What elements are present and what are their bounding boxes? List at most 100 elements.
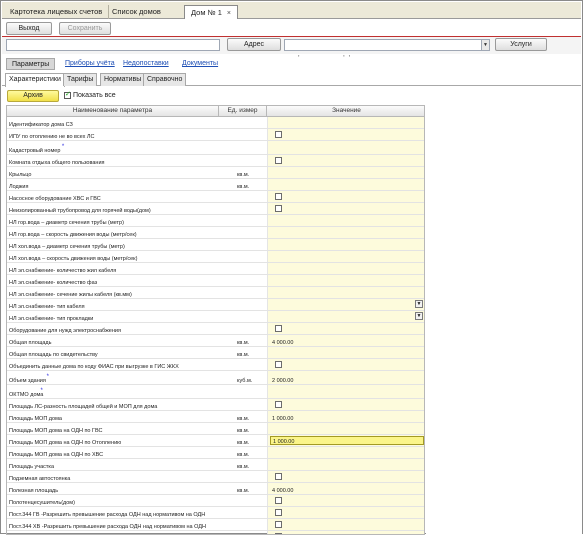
chevron-down-icon[interactable]: ▼ (481, 40, 489, 50)
value-checkbox[interactable] (275, 509, 282, 516)
archive-button[interactable]: Архив (7, 90, 59, 102)
table-row[interactable]: Неизолированный трубопровод для горячей … (7, 203, 425, 215)
table-row[interactable]: Площадь ЛС-разность площадей общей и МОП… (7, 399, 425, 411)
show-all-checkbox[interactable] (64, 92, 71, 99)
show-all-toggle[interactable]: Показать все (64, 91, 116, 100)
value-cell[interactable] (267, 251, 425, 262)
table-row[interactable]: НЛ эл.снабжение- тип прокладки▼ (7, 311, 425, 323)
tab-tariffs[interactable]: Тарифы (63, 73, 97, 86)
value-cell[interactable] (267, 359, 425, 370)
value-cell[interactable] (267, 459, 425, 470)
value-checkbox[interactable] (275, 361, 282, 368)
value-cell[interactable] (267, 347, 425, 358)
value-cell[interactable] (267, 239, 425, 250)
table-row[interactable]: НЛ эл.снабжение- сечение жилы кабеля (кв… (7, 287, 425, 299)
value-cell[interactable] (267, 519, 425, 530)
close-icon[interactable]: × (227, 10, 231, 17)
value-cell[interactable]: 2 000.00 (267, 371, 425, 384)
value-cell[interactable] (267, 191, 425, 202)
value-cell[interactable] (267, 215, 425, 226)
value-cell[interactable] (267, 129, 425, 140)
selected-value-editor[interactable]: 1 000.00 (270, 436, 424, 445)
table-row[interactable]: Объединить данные дома по коду ФИАС при … (7, 359, 425, 371)
table-row[interactable]: ОКТМО дома* (7, 385, 425, 399)
table-row[interactable]: ИПУ по отоплению не во всех ЛС (7, 129, 425, 141)
table-row[interactable]: Общая площадь по свидетельствукв.м. (7, 347, 425, 359)
tab-accounts[interactable]: Картотека лицевых счетов (4, 5, 109, 19)
table-row[interactable]: Полотенцесушитель(дом) (7, 495, 425, 507)
column-header-unit[interactable]: Ед. измер (219, 106, 267, 117)
value-checkbox[interactable] (275, 521, 282, 528)
address-select[interactable]: , , , ▼ (284, 39, 490, 51)
tab-meters[interactable]: Приборы учёта (65, 58, 115, 70)
table-row[interactable]: Лоджиякв.м. (7, 179, 425, 191)
value-cell[interactable] (267, 263, 425, 274)
value-cell[interactable] (267, 155, 425, 166)
table-row[interactable]: Оборудование для нужд электроснабжения (7, 323, 425, 335)
column-header-name[interactable]: Наименование параметра (7, 106, 219, 117)
value-cell[interactable]: 4 000.00 (267, 483, 425, 494)
table-row[interactable]: Подземная автостоянка (7, 471, 425, 483)
table-row[interactable]: Кадастровый номер* (7, 141, 425, 155)
tab-house-1[interactable]: Дом № 1× (184, 5, 238, 20)
services-button[interactable]: Услуги (495, 38, 547, 51)
table-row[interactable]: Общая площадькв.м.4 000.00 (7, 335, 425, 347)
table-row[interactable]: НЛ гор.вода – скорость движения воды (ме… (7, 227, 425, 239)
table-row[interactable]: Пост.344 ЭЭ -Разрешить превышение расход… (7, 531, 425, 535)
value-cell[interactable] (267, 203, 425, 214)
value-cell[interactable] (267, 447, 425, 458)
table-row[interactable]: НЛ эл.снабжение- тип кабеля▼ (7, 299, 425, 311)
tab-characteristics[interactable]: Характеристики (5, 73, 65, 87)
table-row[interactable]: Площадь МОП дома на ОДН по ГВСкв.м. (7, 423, 425, 435)
value-cell[interactable] (267, 141, 425, 154)
chevron-down-icon[interactable]: ▼ (415, 300, 423, 308)
tab-documents[interactable]: Документы (182, 58, 218, 70)
value-cell[interactable] (267, 323, 425, 334)
tab-shortfalls[interactable]: Недопоставки (123, 58, 169, 70)
tab-parameters[interactable]: Параметры (6, 58, 55, 70)
value-checkbox[interactable] (275, 157, 282, 164)
column-header-value[interactable]: Значение (267, 106, 425, 117)
table-row[interactable]: НЛ хол.вода – скорость движения воды (ме… (7, 251, 425, 263)
address-button[interactable]: Адрес (227, 38, 281, 51)
table-row[interactable]: Площадь участкакв.м. (7, 459, 425, 471)
value-cell[interactable]: 1 000.00 (267, 411, 425, 422)
value-cell[interactable] (267, 423, 425, 434)
value-cell[interactable] (267, 385, 425, 398)
exit-button[interactable]: Выход (6, 22, 52, 35)
table-row[interactable]: Площадь МОП дома на ОДН по ХВСкв.м. (7, 447, 425, 459)
save-button[interactable]: Сохранить (59, 22, 111, 35)
tab-house-list[interactable]: Список домов (106, 5, 167, 19)
table-row[interactable]: НЛ гор.вода – диаметр сечения трубы (мет… (7, 215, 425, 227)
table-row[interactable]: Насосное оборудование ХВС и ГВС (7, 191, 425, 203)
table-row[interactable]: НЛ хол.вода – диаметр сечения трубы (мет… (7, 239, 425, 251)
value-cell[interactable] (267, 495, 425, 506)
table-row[interactable]: Площадь МОП дома на ОДН по Отоплениюкв.м… (7, 435, 425, 447)
value-checkbox[interactable] (275, 325, 282, 332)
value-checkbox[interactable] (275, 401, 282, 408)
tab-reference[interactable]: Справочно (143, 73, 186, 86)
value-checkbox[interactable] (275, 473, 282, 480)
value-checkbox[interactable] (275, 497, 282, 504)
table-row[interactable]: Полезная площадькв.м.4 000.00 (7, 483, 425, 495)
table-row[interactable]: Комната отдыха общего пользования (7, 155, 425, 167)
table-row[interactable]: Площадь МОП домакв.м.1 000.00 (7, 411, 425, 423)
value-cell[interactable] (267, 287, 425, 298)
value-cell[interactable]: 4 000.00 (267, 335, 425, 346)
value-cell[interactable] (267, 167, 425, 178)
value-cell[interactable] (267, 471, 425, 482)
value-checkbox[interactable] (275, 193, 282, 200)
search-input[interactable] (6, 39, 220, 51)
table-row[interactable]: Пост.344 ГВ -Разрешить превышение расход… (7, 507, 425, 519)
value-cell[interactable] (267, 275, 425, 286)
table-row[interactable]: Крыльцокв.м. (7, 167, 425, 179)
table-row[interactable]: Объем здания*куб.м.2 000.00 (7, 371, 425, 385)
table-row[interactable]: Идентификатор дома СЗ (7, 117, 425, 129)
value-checkbox[interactable] (275, 205, 282, 212)
value-checkbox[interactable] (275, 131, 282, 138)
table-row[interactable]: НЛ эл.снабжение- количество фаз (7, 275, 425, 287)
value-cell[interactable] (267, 227, 425, 238)
table-row[interactable]: Пост.344 ХВ -Разрешить превышение расход… (7, 519, 425, 531)
tab-norms[interactable]: Нормативы (100, 73, 145, 86)
chevron-down-icon[interactable]: ▼ (415, 312, 423, 320)
